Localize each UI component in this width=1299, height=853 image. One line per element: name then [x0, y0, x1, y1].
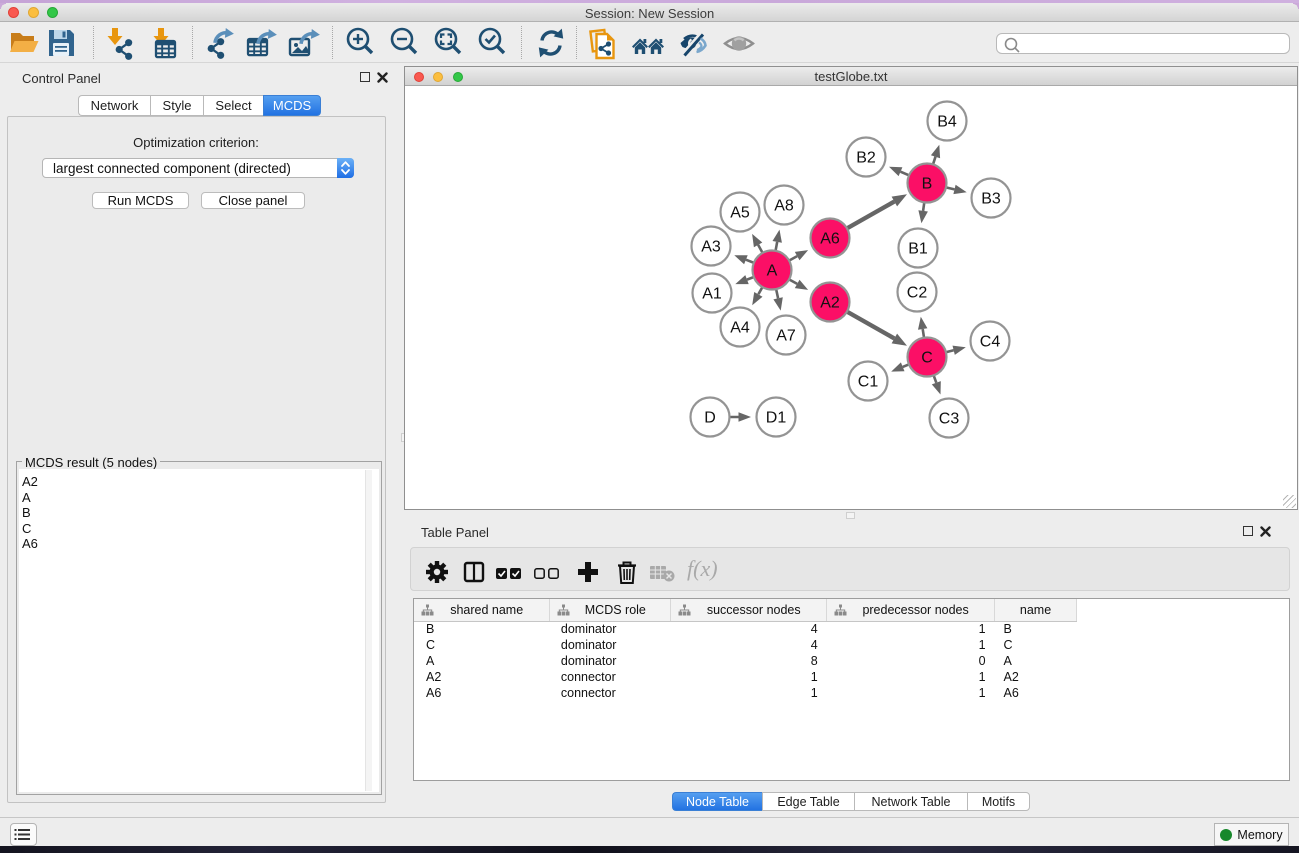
- svg-text:D: D: [704, 410, 716, 427]
- svg-text:A2: A2: [820, 295, 840, 312]
- svg-text:C4: C4: [980, 334, 1001, 351]
- svg-text:A5: A5: [730, 205, 750, 222]
- svg-text:A4: A4: [730, 320, 750, 337]
- svg-text:A8: A8: [774, 198, 794, 215]
- svg-text:B3: B3: [981, 191, 1001, 208]
- svg-text:A6: A6: [820, 231, 840, 248]
- svg-text:B1: B1: [908, 241, 928, 258]
- svg-text:B: B: [922, 176, 933, 193]
- svg-text:A: A: [767, 263, 778, 280]
- svg-text:A3: A3: [701, 239, 721, 256]
- svg-text:C2: C2: [907, 285, 928, 302]
- svg-text:B2: B2: [856, 150, 876, 167]
- svg-text:A1: A1: [702, 286, 722, 303]
- svg-text:C1: C1: [858, 374, 879, 391]
- svg-text:C: C: [921, 350, 933, 367]
- svg-text:A7: A7: [776, 328, 796, 345]
- svg-text:C3: C3: [939, 411, 960, 428]
- svg-text:D1: D1: [766, 410, 787, 427]
- svg-text:B4: B4: [937, 114, 957, 131]
